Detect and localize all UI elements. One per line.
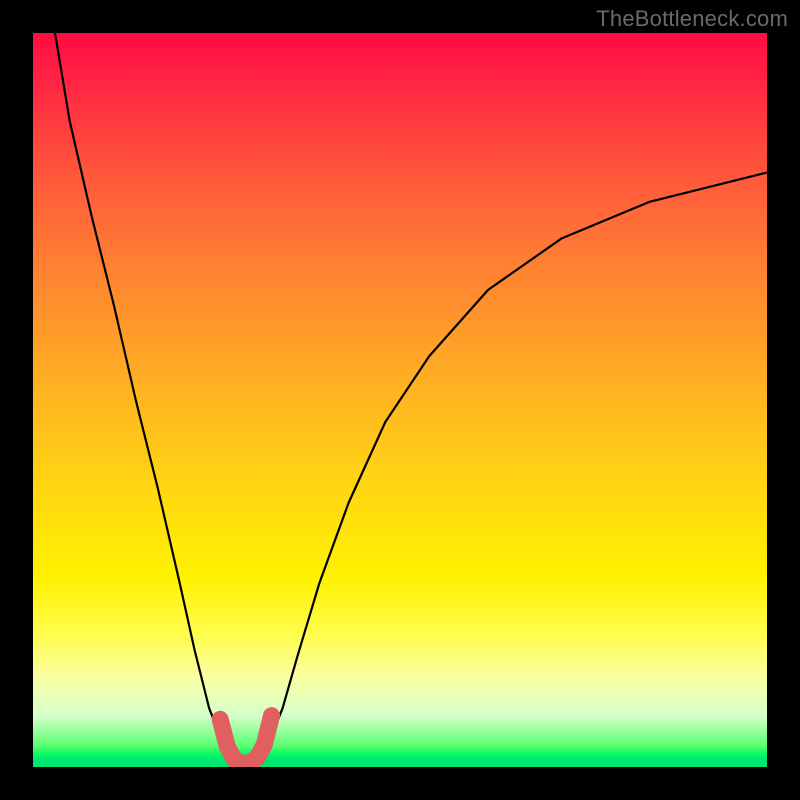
chart-svg <box>33 33 767 767</box>
plot-area <box>33 33 767 767</box>
bottleneck-curve <box>55 33 767 763</box>
minimum-marker <box>220 716 271 764</box>
watermark-text: TheBottleneck.com <box>596 6 788 32</box>
chart-stage: TheBottleneck.com <box>0 0 800 800</box>
